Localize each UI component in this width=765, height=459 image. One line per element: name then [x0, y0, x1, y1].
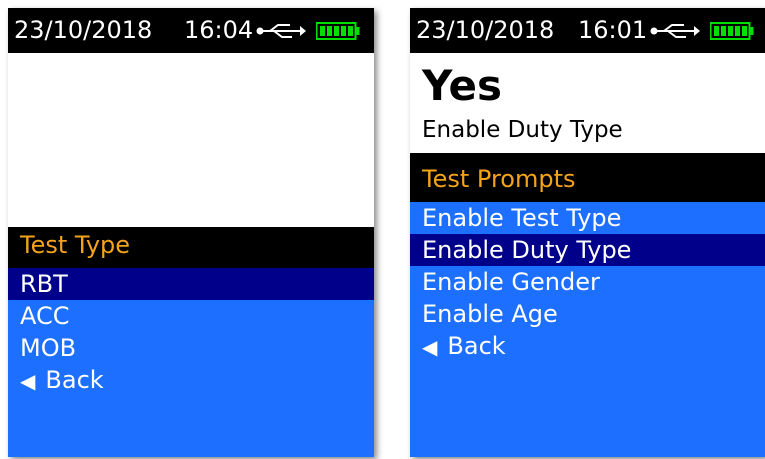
menu-item-mob[interactable]: MOB: [8, 332, 374, 364]
status-bar: 23/10/2018 16:01: [410, 8, 765, 53]
display-panel: Yes Enable Duty Type: [410, 53, 765, 153]
device-screen-test-type: 23/10/2018 16:04 Test Type RBT ACC MOB ◀…: [8, 8, 374, 457]
menu-item-acc[interactable]: ACC: [8, 300, 374, 332]
menu-list: RBT ACC MOB ◀ Back: [8, 268, 374, 457]
status-bar: 23/10/2018 16:04: [8, 8, 374, 53]
back-label: Back: [447, 332, 506, 360]
menu-item-enable-duty-type[interactable]: Enable Duty Type: [410, 234, 765, 266]
menu-item-enable-gender[interactable]: Enable Gender: [410, 266, 765, 298]
usb-icon: [256, 24, 306, 38]
back-label: Back: [45, 366, 104, 394]
status-time: 16:04: [184, 16, 254, 44]
back-button[interactable]: ◀ Back: [410, 330, 765, 362]
menu-list: Enable Test Type Enable Duty Type Enable…: [410, 202, 765, 457]
usb-icon: [650, 24, 700, 38]
menu-item-enable-test-type[interactable]: Enable Test Type: [410, 202, 765, 234]
back-arrow-icon: ◀: [20, 369, 36, 393]
menu-title: Test Type: [20, 231, 131, 259]
status-date: 23/10/2018: [416, 16, 555, 44]
battery-full-icon: [710, 22, 754, 40]
current-value: Yes: [422, 61, 503, 110]
battery-full-icon: [316, 22, 360, 40]
menu-title: Test Prompts: [422, 165, 576, 193]
menu-item-rbt[interactable]: RBT: [8, 268, 374, 300]
device-screen-test-prompts: 23/10/2018 16:01 Yes Enable Duty Type Te…: [410, 8, 765, 457]
menu-item-enable-age[interactable]: Enable Age: [410, 298, 765, 330]
display-panel: [8, 53, 374, 227]
status-time: 16:01: [578, 16, 648, 44]
status-date: 23/10/2018: [14, 16, 153, 44]
value-caption: Enable Duty Type: [422, 117, 623, 143]
back-button[interactable]: ◀ Back: [8, 364, 374, 396]
back-arrow-icon: ◀: [422, 335, 438, 359]
